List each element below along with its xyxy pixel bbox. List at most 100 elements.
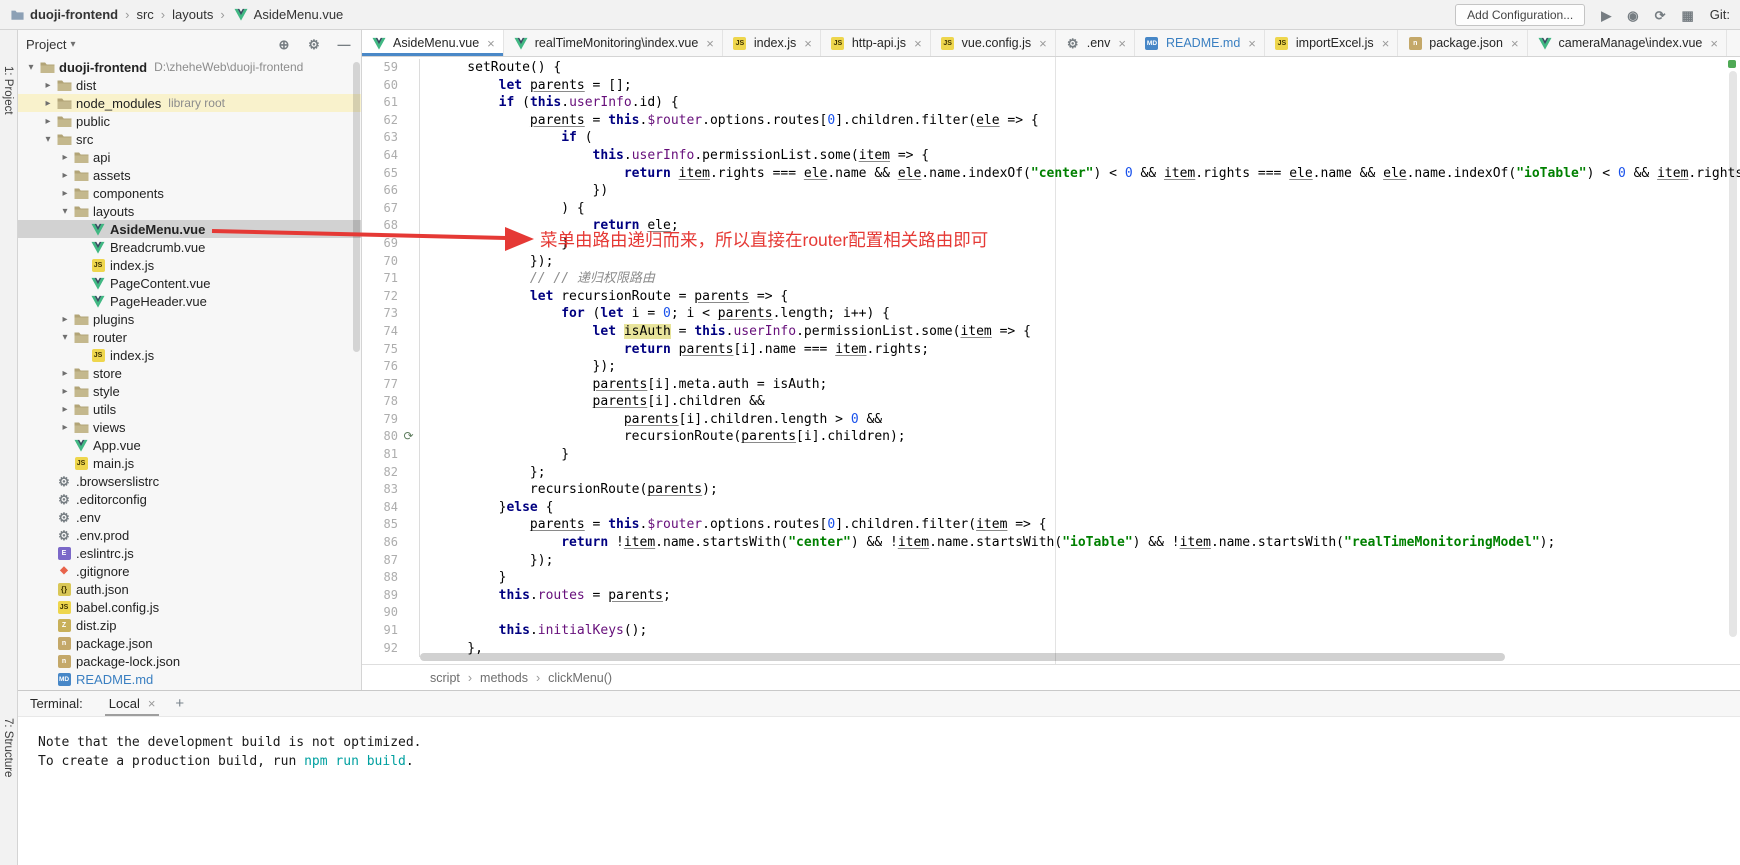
chevron-down-icon[interactable]: ▾ bbox=[58, 332, 72, 343]
tab-asidemenu-vue[interactable]: AsideMenu.vue× bbox=[362, 30, 504, 56]
tab-importexcel-js[interactable]: JSimportExcel.js× bbox=[1265, 30, 1398, 56]
breadcrumb-item-duoji-frontend[interactable]: duoji-frontend bbox=[8, 7, 118, 23]
tree-item-readme-md[interactable]: MDREADME.md bbox=[18, 670, 361, 688]
chevron-right-icon[interactable]: ▸ bbox=[58, 314, 72, 325]
tab-package-json[interactable]: npackage.json× bbox=[1398, 30, 1527, 56]
chevron-right-icon[interactable]: ▸ bbox=[58, 404, 72, 415]
code-editor[interactable]: 59 setRoute() {60 let parents = [];61 if… bbox=[362, 57, 1740, 664]
tab-cameramanage-index-vue[interactable]: cameraManage\index.vue× bbox=[1528, 30, 1727, 56]
tree-item-app-vue[interactable]: App.vue bbox=[18, 436, 361, 454]
code-line[interactable]: 81 } bbox=[362, 446, 1740, 464]
tab-index-js[interactable]: JSindex.js× bbox=[723, 30, 821, 56]
tree-item-pageheader-vue[interactable]: PageHeader.vue bbox=[18, 292, 361, 310]
code-line[interactable]: 84 }else { bbox=[362, 499, 1740, 517]
code-line[interactable]: 65 return item.rights === ele.name && el… bbox=[362, 165, 1740, 183]
tree-item-api[interactable]: ▸api bbox=[18, 148, 361, 166]
code-line[interactable]: 91 this.initialKeys(); bbox=[362, 622, 1740, 640]
close-icon[interactable]: × bbox=[706, 36, 714, 51]
chevron-right-icon[interactable]: ▸ bbox=[58, 152, 72, 163]
code-line[interactable]: 71 // // 递归权限路由 bbox=[362, 270, 1740, 288]
grid-icon[interactable]: ▦ bbox=[1681, 8, 1693, 22]
tree-item-pagecontent-vue[interactable]: PageContent.vue bbox=[18, 274, 361, 292]
vertical-scrollbar[interactable] bbox=[1729, 71, 1737, 637]
code-line[interactable]: 61 if (this.userInfo.id) { bbox=[362, 94, 1740, 112]
chevron-right-icon[interactable]: ▸ bbox=[58, 188, 72, 199]
chevron-right-icon[interactable]: ▸ bbox=[58, 170, 72, 181]
tab-http-api-js[interactable]: JShttp-api.js× bbox=[821, 30, 931, 56]
code-line[interactable]: 64 this.userInfo.permissionList.some(ite… bbox=[362, 147, 1740, 165]
sync-icon[interactable]: ⟳ bbox=[1655, 8, 1666, 22]
close-icon[interactable]: × bbox=[148, 696, 156, 711]
locate-icon[interactable]: ⊕ bbox=[275, 36, 293, 52]
code-line[interactable]: 82 }; bbox=[362, 464, 1740, 482]
code-line[interactable]: 62 parents = this.$router.options.routes… bbox=[362, 112, 1740, 130]
add-configuration-button[interactable]: Add Configuration... bbox=[1455, 4, 1585, 26]
tree-item-style[interactable]: ▸style bbox=[18, 382, 361, 400]
code-line[interactable]: 90 bbox=[362, 604, 1740, 622]
breadcrumb-item-layouts[interactable]: layouts bbox=[172, 7, 213, 22]
tree-item-package-lock-json[interactable]: npackage-lock.json bbox=[18, 652, 361, 670]
tab-vue-config-js[interactable]: JSvue.config.js× bbox=[931, 30, 1056, 56]
debug-icon[interactable]: ◉ bbox=[1627, 8, 1638, 22]
chevron-down-icon[interactable]: ▾ bbox=[58, 206, 72, 217]
close-icon[interactable]: × bbox=[1710, 36, 1718, 51]
code-line[interactable]: 78 parents[i].children && bbox=[362, 393, 1740, 411]
code-line[interactable]: 68 return ele; bbox=[362, 217, 1740, 235]
chevron-down-icon[interactable]: ▾ bbox=[24, 62, 38, 73]
code-line[interactable]: 59 setRoute() { bbox=[362, 59, 1740, 77]
code-line[interactable]: 67 ) { bbox=[362, 200, 1740, 218]
tree-item-package-json[interactable]: npackage.json bbox=[18, 634, 361, 652]
code-line[interactable]: 69 } bbox=[362, 235, 1740, 253]
code-line[interactable]: 76 }); bbox=[362, 358, 1740, 376]
tree-item-public[interactable]: ▸public bbox=[18, 112, 361, 130]
tool-window-project-button[interactable]: 1: Project bbox=[2, 66, 14, 115]
chevron-right-icon[interactable]: ▸ bbox=[41, 80, 55, 91]
tree-item-router[interactable]: ▾router bbox=[18, 328, 361, 346]
tree-item-layouts[interactable]: ▾layouts bbox=[18, 202, 361, 220]
chevron-down-icon[interactable]: ▾ bbox=[41, 134, 55, 145]
breadcrumb-item-src[interactable]: src bbox=[136, 7, 153, 22]
close-icon[interactable]: × bbox=[1511, 36, 1519, 51]
close-icon[interactable]: × bbox=[804, 36, 812, 51]
tree-item-assets[interactable]: ▸assets bbox=[18, 166, 361, 184]
tree-item-babel-config-js[interactable]: JSbabel.config.js bbox=[18, 598, 361, 616]
editor-breadcrumb-script[interactable]: script bbox=[430, 671, 460, 685]
close-icon[interactable]: × bbox=[487, 36, 495, 51]
code-line[interactable]: 63 if ( bbox=[362, 129, 1740, 147]
tree-item-src[interactable]: ▾src bbox=[18, 130, 361, 148]
new-terminal-button[interactable]: + bbox=[175, 695, 184, 712]
editor-breadcrumb-methods[interactable]: methods bbox=[480, 671, 528, 685]
tree-item-utils[interactable]: ▸utils bbox=[18, 400, 361, 418]
chevron-right-icon[interactable]: ▸ bbox=[41, 116, 55, 127]
tree-item-gitignore[interactable]: ◆.gitignore bbox=[18, 562, 361, 580]
breadcrumb-item-asidemenu-vue[interactable]: AsideMenu.vue bbox=[232, 7, 344, 23]
tree-item-breadcrumb-vue[interactable]: Breadcrumb.vue bbox=[18, 238, 361, 256]
editor-breadcrumb-clickmenu[interactable]: clickMenu() bbox=[548, 671, 612, 685]
tree-item-env[interactable]: ⚙.env bbox=[18, 508, 361, 526]
terminal-tab-local[interactable]: Local × bbox=[105, 691, 160, 716]
chevron-right-icon[interactable]: ▸ bbox=[58, 386, 72, 397]
code-line[interactable]: 80⟳ recursionRoute(parents[i].children); bbox=[362, 428, 1740, 446]
project-tree-scrollbar[interactable] bbox=[353, 62, 360, 352]
tree-item-dist-zip[interactable]: Zdist.zip bbox=[18, 616, 361, 634]
code-line[interactable]: 86 return !item.name.startsWith("center"… bbox=[362, 534, 1740, 552]
tree-item-auth-json[interactable]: {}auth.json bbox=[18, 580, 361, 598]
settings-icon[interactable]: ⚙ bbox=[305, 36, 323, 52]
tab-readme-md[interactable]: MDREADME.md× bbox=[1135, 30, 1265, 56]
tree-item-index-js[interactable]: JSindex.js bbox=[18, 256, 361, 274]
code-line[interactable]: 75 return parents[i].name === item.right… bbox=[362, 341, 1740, 359]
run-icon[interactable]: ▶ bbox=[1601, 8, 1611, 22]
code-line[interactable]: 83 recursionRoute(parents); bbox=[362, 481, 1740, 499]
project-view-selector[interactable]: Project ▾ bbox=[26, 37, 76, 52]
chevron-right-icon[interactable]: ▸ bbox=[58, 422, 72, 433]
terminal-output[interactable]: Note that the development build is not o… bbox=[18, 717, 1740, 865]
inspection-status-icon[interactable] bbox=[1728, 60, 1736, 68]
tree-item-plugins[interactable]: ▸plugins bbox=[18, 310, 361, 328]
code-line[interactable]: 74 let isAuth = this.userInfo.permission… bbox=[362, 323, 1740, 341]
git-label[interactable]: Git: bbox=[1710, 7, 1730, 22]
tree-item-views[interactable]: ▸views bbox=[18, 418, 361, 436]
close-icon[interactable]: × bbox=[1248, 36, 1256, 51]
close-icon[interactable]: × bbox=[914, 36, 922, 51]
code-line[interactable]: 79 parents[i].children.length > 0 && bbox=[362, 411, 1740, 429]
code-line[interactable]: 89 this.routes = parents; bbox=[362, 587, 1740, 605]
